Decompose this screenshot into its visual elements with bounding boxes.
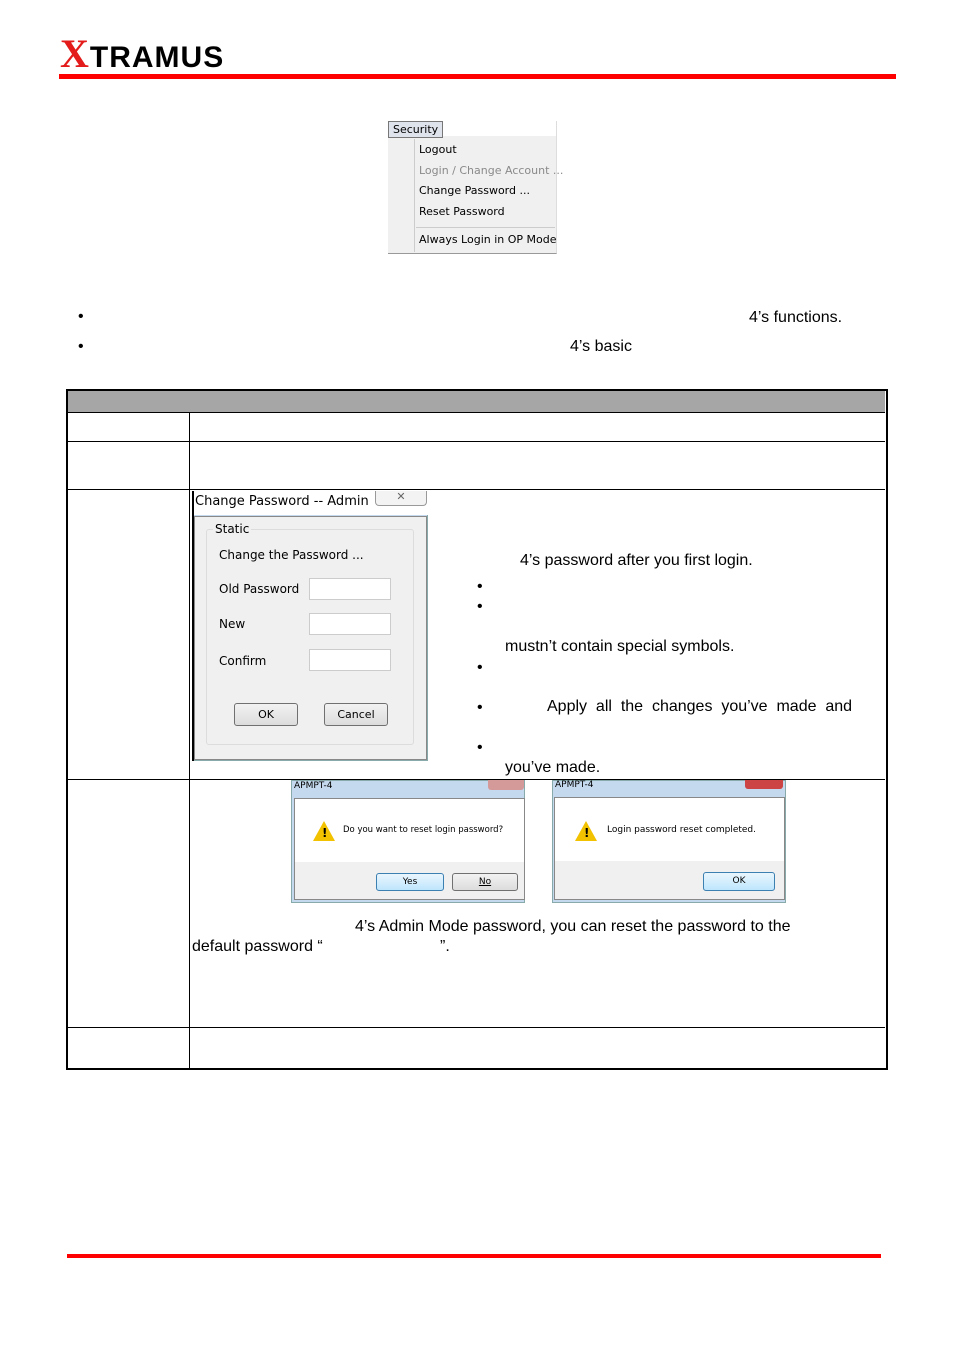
warning-icon: ! [575, 821, 597, 841]
header-rule [59, 74, 896, 79]
document-page: XTRAMUS Security Logout Login / Change A… [0, 0, 954, 1350]
cancel-button[interactable]: Cancel [324, 703, 388, 726]
dialog-title: APMPT-4 [294, 781, 333, 791]
logo: XTRAMUS [60, 31, 225, 76]
ok-button[interactable]: OK [703, 872, 775, 891]
ok-button[interactable]: OK [234, 703, 298, 726]
close-button[interactable] [488, 780, 524, 790]
footer-rule [67, 1254, 881, 1258]
change-desc: Apply all the changes you’ve made and [547, 698, 853, 715]
menu-separator [416, 227, 555, 228]
bullet: • [477, 699, 483, 716]
yes-button[interactable]: Yes [376, 873, 444, 891]
close-button[interactable]: ✕ [375, 491, 427, 506]
group-label: Static [213, 522, 252, 536]
intro-text: 4’s basic [570, 338, 632, 355]
bullet: • [477, 659, 483, 676]
change-desc: you’ve made. [505, 759, 601, 776]
bullet: • [477, 739, 483, 756]
close-icon: ✕ [396, 491, 406, 503]
reset-desc: 4’s Admin Mode password, you can reset t… [355, 918, 791, 935]
menu-item-change-password[interactable]: Change Password ... [419, 184, 530, 197]
bullet: • [78, 308, 84, 325]
menu-item-login-change-account[interactable]: Login / Change Account ... [419, 164, 563, 177]
change-desc: mustn’t contain special symbols. [505, 638, 735, 655]
dialog-heading: Change the Password ... [219, 548, 364, 562]
no-button[interactable]: No [452, 873, 518, 891]
menu-item-always-login-op[interactable]: Always Login in OP Mode [419, 233, 557, 246]
new-password-label: New [219, 617, 246, 631]
dialog-message: Login password reset completed. [607, 825, 756, 835]
reset-desc: default password “ [192, 938, 323, 955]
confirm-password-label: Confirm [219, 654, 267, 668]
menu-item-logout[interactable]: Logout [419, 143, 457, 156]
confirm-password-input[interactable] [309, 649, 391, 671]
menu-item-reset-password[interactable]: Reset Password [419, 205, 505, 218]
bullet: • [477, 578, 483, 595]
warning-icon: ! [313, 821, 335, 841]
dialog-message: Do you want to reset login password? [343, 825, 504, 835]
old-password-input[interactable] [309, 578, 391, 600]
intro-text: 4’s functions. [749, 309, 843, 326]
bullet: • [477, 598, 483, 615]
change-desc: 4’s password after you first login. [520, 552, 753, 569]
menu-security-title[interactable]: Security [388, 121, 444, 138]
close-button[interactable] [745, 780, 783, 789]
old-password-label: Old Password [219, 582, 300, 596]
new-password-input[interactable] [309, 613, 391, 635]
bullet: • [78, 338, 84, 355]
dialog-title: Change Password -- Admin [195, 494, 369, 509]
reset-desc: ”. [440, 938, 450, 955]
dialog-title: APMPT-4 [555, 780, 594, 790]
table-header [68, 391, 885, 413]
